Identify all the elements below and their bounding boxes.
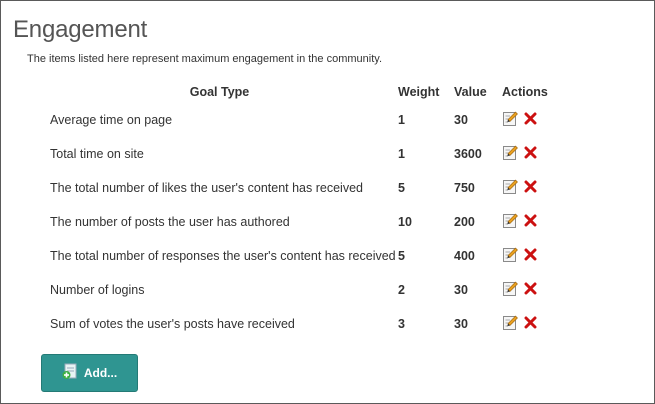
- weight-cell: 10: [398, 215, 412, 229]
- value-cell: 750: [454, 181, 475, 195]
- edit-pencil-icon[interactable]: [503, 247, 518, 265]
- edit-pencil-icon[interactable]: [503, 315, 518, 333]
- table-row: Number of logins 2 30: [41, 273, 562, 307]
- header-value: Value: [454, 85, 487, 99]
- value-cell: 400: [454, 249, 475, 263]
- goal-type-cell: The total number of responses the user's…: [50, 249, 396, 263]
- goal-type-cell: Average time on page: [50, 113, 173, 127]
- goal-type-cell: Total time on site: [50, 147, 144, 161]
- delete-x-icon[interactable]: [524, 214, 537, 230]
- weight-cell: 3: [398, 317, 405, 331]
- value-cell: 3600: [454, 147, 482, 161]
- table-row: Average time on page 1 30: [41, 103, 562, 137]
- engagement-panel: Engagement The items listed here represe…: [0, 0, 655, 404]
- edit-pencil-icon[interactable]: [503, 213, 518, 231]
- header-actions: Actions: [502, 85, 548, 99]
- table-row: The number of posts the user has authore…: [41, 205, 562, 239]
- delete-x-icon[interactable]: [524, 112, 537, 128]
- table-row: Sum of votes the user's posts have recei…: [41, 307, 562, 341]
- edit-pencil-icon[interactable]: [503, 179, 518, 197]
- actions-cell: [502, 137, 562, 171]
- header-weight: Weight: [398, 85, 440, 99]
- add-button[interactable]: Add...: [41, 354, 138, 392]
- value-cell: 200: [454, 215, 475, 229]
- edit-pencil-icon[interactable]: [503, 111, 518, 129]
- table-row: The total number of responses the user's…: [41, 239, 562, 273]
- edit-pencil-icon[interactable]: [503, 145, 518, 163]
- actions-cell: [502, 205, 562, 239]
- add-button-label: Add...: [83, 366, 118, 380]
- table-header-row: Goal Type Weight Value Actions: [41, 81, 562, 103]
- actions-cell: [502, 273, 562, 307]
- page-title: Engagement: [13, 16, 148, 43]
- edit-pencil-icon[interactable]: [503, 281, 518, 299]
- weight-cell: 5: [398, 181, 405, 195]
- delete-x-icon[interactable]: [524, 316, 537, 332]
- actions-cell: [502, 239, 562, 273]
- value-cell: 30: [454, 317, 468, 331]
- weight-cell: 2: [398, 283, 405, 297]
- goal-type-cell: Number of logins: [50, 283, 145, 297]
- page-description: The items listed here represent maximum …: [27, 53, 383, 65]
- header-goal-type: Goal Type: [189, 85, 250, 99]
- delete-x-icon[interactable]: [524, 146, 537, 162]
- delete-x-icon[interactable]: [524, 248, 537, 264]
- add-document-icon: [62, 363, 78, 383]
- table-row: Total time on site 1 3600: [41, 137, 562, 171]
- table-row: The total number of likes the user's con…: [41, 171, 562, 205]
- actions-cell: [502, 171, 562, 205]
- value-cell: 30: [454, 283, 468, 297]
- actions-cell: [502, 307, 562, 341]
- goal-type-cell: The number of posts the user has authore…: [50, 215, 290, 229]
- delete-x-icon[interactable]: [524, 180, 537, 196]
- delete-x-icon[interactable]: [524, 282, 537, 298]
- goal-type-cell: Sum of votes the user's posts have recei…: [50, 317, 295, 331]
- value-cell: 30: [454, 113, 468, 127]
- actions-cell: [502, 103, 562, 137]
- goal-type-cell: The total number of likes the user's con…: [50, 181, 363, 195]
- weight-cell: 1: [398, 113, 405, 127]
- goals-table: Goal Type Weight Value Actions Average t…: [41, 81, 562, 341]
- weight-cell: 5: [398, 249, 405, 263]
- weight-cell: 1: [398, 147, 405, 161]
